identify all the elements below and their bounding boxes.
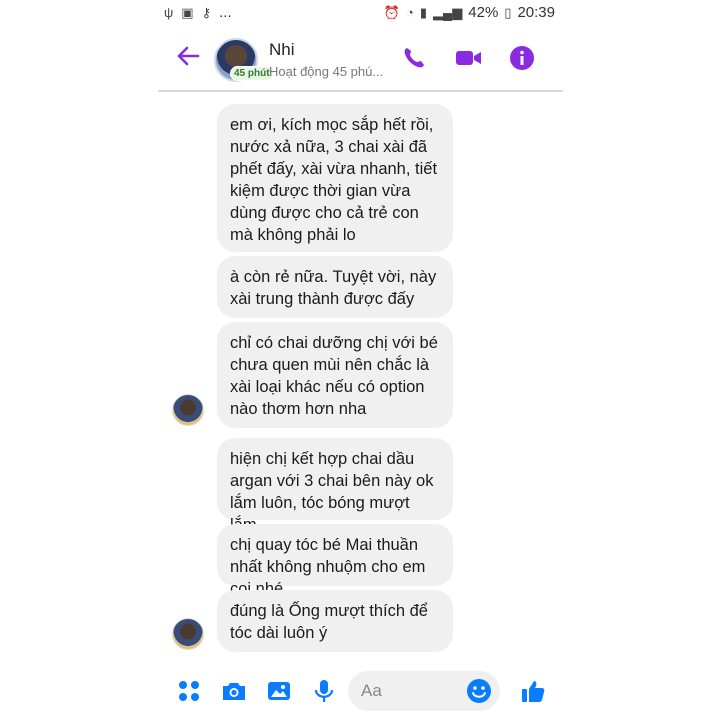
message-bubble[interactable]: em ơi, kích mọc sắp hết rồi, nước xả nữa… [217,104,453,252]
sender-avatar[interactable] [172,618,204,650]
more-dots: ... [219,4,232,21]
camera-icon[interactable] [221,678,247,704]
back-arrow-icon[interactable] [174,42,202,70]
photo-icon: ▣ [181,4,194,20]
presence-status: Hoạt động 45 phú... [269,64,384,79]
wifi-icon: ◔ [406,5,414,20]
thumbs-up-icon[interactable] [520,678,546,704]
message-bubble[interactable]: đúng là Ống mượt thích để tóc dài luôn ý [217,590,453,652]
message-bubble[interactable]: à còn rẻ nữa. Tuyệt vời, này xài trung t… [217,256,453,318]
conversation-header: 45 phút Nhi Hoạt động 45 phú... [158,28,563,92]
sender-avatar[interactable] [172,394,204,426]
emoji-icon[interactable] [466,678,492,704]
status-bar: ψ ▣ ⚷ ... ⏰ ◔ ▮ ▂▄▆ 42% ▯ 20:39 [158,0,563,28]
battery-percent: 42% [468,4,499,21]
video-call-icon[interactable] [454,44,482,72]
message-input-placeholder: Aa [361,681,382,700]
key-icon: ⚷ [201,4,212,20]
status-left: ψ ▣ ⚷ ... [164,4,232,21]
sim-icon: ▮ [419,4,428,20]
battery-icon: ▯ [504,4,512,20]
active-badge: 45 phút [230,66,274,81]
signal-icon: ▂▄▆ [433,4,463,20]
usb-icon: ψ [164,5,174,20]
gallery-icon[interactable] [266,678,292,704]
apps-grid-icon[interactable] [176,678,202,704]
messenger-screen: ψ ▣ ⚷ ... ⏰ ◔ ▮ ▂▄▆ 42% ▯ 20:39 45 phút … [158,0,563,720]
phone-call-icon[interactable] [400,44,428,72]
contact-name[interactable]: Nhi [269,40,295,60]
info-icon[interactable] [508,44,536,72]
status-right: ⏰ ◔ ▮ ▂▄▆ 42% ▯ 20:39 [384,4,555,21]
composer-bar: Aa [158,660,563,720]
alarm-icon: ⏰ [383,4,401,20]
message-bubble[interactable]: hiện chị kết hợp chai dầu argan với 3 ch… [217,438,453,534]
message-input[interactable]: Aa [348,671,500,711]
clock: 20:39 [517,4,555,21]
message-bubble[interactable]: chị quay tóc bé Mai thuần nhất không nhu… [217,524,453,598]
message-bubble[interactable]: chỉ có chai dưỡng chị với bé chưa quen m… [217,322,453,428]
microphone-icon[interactable] [311,678,337,704]
